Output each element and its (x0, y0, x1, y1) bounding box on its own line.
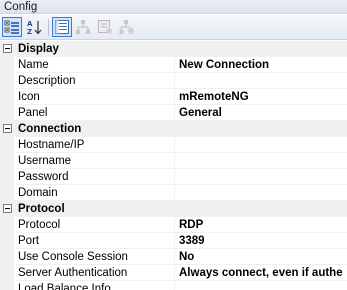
inheritance-button[interactable] (73, 17, 93, 37)
property-row-server-authentication[interactable]: Server Authentication Always connect, ev… (0, 265, 347, 281)
property-row-description[interactable]: Description (0, 73, 347, 89)
row-gutter (0, 185, 14, 201)
property-value[interactable]: General (179, 106, 347, 120)
inheritance-tree-icon (75, 19, 91, 35)
svg-text:A: A (27, 20, 33, 28)
properties-icon (54, 19, 70, 35)
property-row-icon[interactable]: Icon mRemoteNG (0, 89, 347, 105)
category-connection[interactable]: Connection (0, 121, 347, 137)
property-row-hostname[interactable]: Hostname/IP (0, 137, 347, 153)
property-row-name[interactable]: Name New Connection (0, 57, 347, 73)
sort-az-icon: A Z (26, 19, 42, 35)
property-grid-toolbar: A Z (0, 15, 347, 40)
toolbar-separator (48, 19, 49, 36)
collapse-toggle-icon[interactable] (3, 124, 12, 133)
property-name: Server Authentication (18, 267, 128, 279)
category-label: Display (18, 43, 59, 55)
property-row-load-balance-info[interactable]: Load Balance Info (0, 281, 347, 290)
column-divider (174, 217, 175, 233)
default-properties-icon (97, 19, 113, 35)
property-name: Protocol (18, 219, 61, 231)
property-value[interactable]: Always connect, even if authe (179, 266, 347, 280)
column-divider (174, 153, 175, 169)
property-name: Password (18, 171, 69, 183)
column-divider (174, 169, 175, 185)
property-value[interactable]: mRemoteNG (179, 90, 347, 104)
column-divider (174, 281, 175, 290)
default-inheritance-button[interactable] (117, 17, 137, 37)
property-value[interactable]: New Connection (179, 58, 347, 72)
category-display[interactable]: Display (0, 41, 347, 57)
category-label: Connection (18, 123, 82, 135)
panel-title: Config (0, 0, 347, 14)
column-divider (174, 185, 175, 201)
row-gutter (0, 73, 14, 89)
categorized-icon (4, 20, 20, 34)
alphabetical-view-button[interactable]: A Z (24, 17, 44, 37)
default-inheritance-icon (119, 19, 135, 35)
column-divider (174, 233, 175, 249)
category-label: Protocol (18, 203, 65, 215)
property-name: Hostname/IP (18, 139, 85, 151)
property-name: Name (18, 59, 49, 71)
property-row-port[interactable]: Port 3389 (0, 233, 347, 249)
property-row-panel[interactable]: Panel General (0, 105, 347, 121)
row-gutter (0, 137, 14, 153)
column-divider (174, 89, 175, 105)
row-gutter (0, 153, 14, 169)
property-name: Panel (18, 107, 48, 119)
properties-view-button[interactable] (52, 17, 72, 37)
property-row-password[interactable]: Password (0, 169, 347, 185)
row-gutter (0, 233, 14, 249)
row-gutter (0, 105, 14, 121)
property-name: Port (18, 235, 40, 247)
column-divider (174, 249, 175, 265)
column-divider (174, 57, 175, 73)
column-divider (174, 137, 175, 153)
property-value[interactable]: RDP (179, 218, 347, 232)
collapse-toggle-icon[interactable] (3, 44, 12, 53)
svg-text:Z: Z (27, 28, 32, 35)
categorized-view-button[interactable] (2, 17, 22, 37)
row-gutter (0, 169, 14, 185)
property-name: Load Balance Info (18, 283, 111, 290)
property-value[interactable]: 3389 (179, 234, 347, 248)
panel-title-text: Config (4, 1, 38, 13)
property-name: Description (18, 75, 76, 87)
row-gutter (0, 281, 14, 290)
property-grid: Display Name New Connection Description … (0, 41, 347, 290)
row-gutter (0, 57, 14, 73)
property-name: Domain (18, 187, 58, 199)
collapse-toggle-icon[interactable] (3, 204, 12, 213)
row-gutter (0, 89, 14, 105)
column-divider (174, 105, 175, 121)
property-name: Use Console Session (18, 251, 128, 263)
row-gutter (0, 249, 14, 265)
row-gutter (0, 265, 14, 281)
row-gutter (0, 217, 14, 233)
property-row-use-console-session[interactable]: Use Console Session No (0, 249, 347, 265)
property-row-domain[interactable]: Domain (0, 185, 347, 201)
default-properties-button[interactable] (95, 17, 115, 37)
column-divider (174, 265, 175, 281)
property-value[interactable]: No (179, 250, 347, 264)
property-name: Username (18, 155, 72, 167)
property-row-protocol[interactable]: Protocol RDP (0, 217, 347, 233)
property-row-username[interactable]: Username (0, 153, 347, 169)
column-divider (174, 73, 175, 89)
category-protocol[interactable]: Protocol (0, 201, 347, 217)
property-name: Icon (18, 91, 40, 103)
